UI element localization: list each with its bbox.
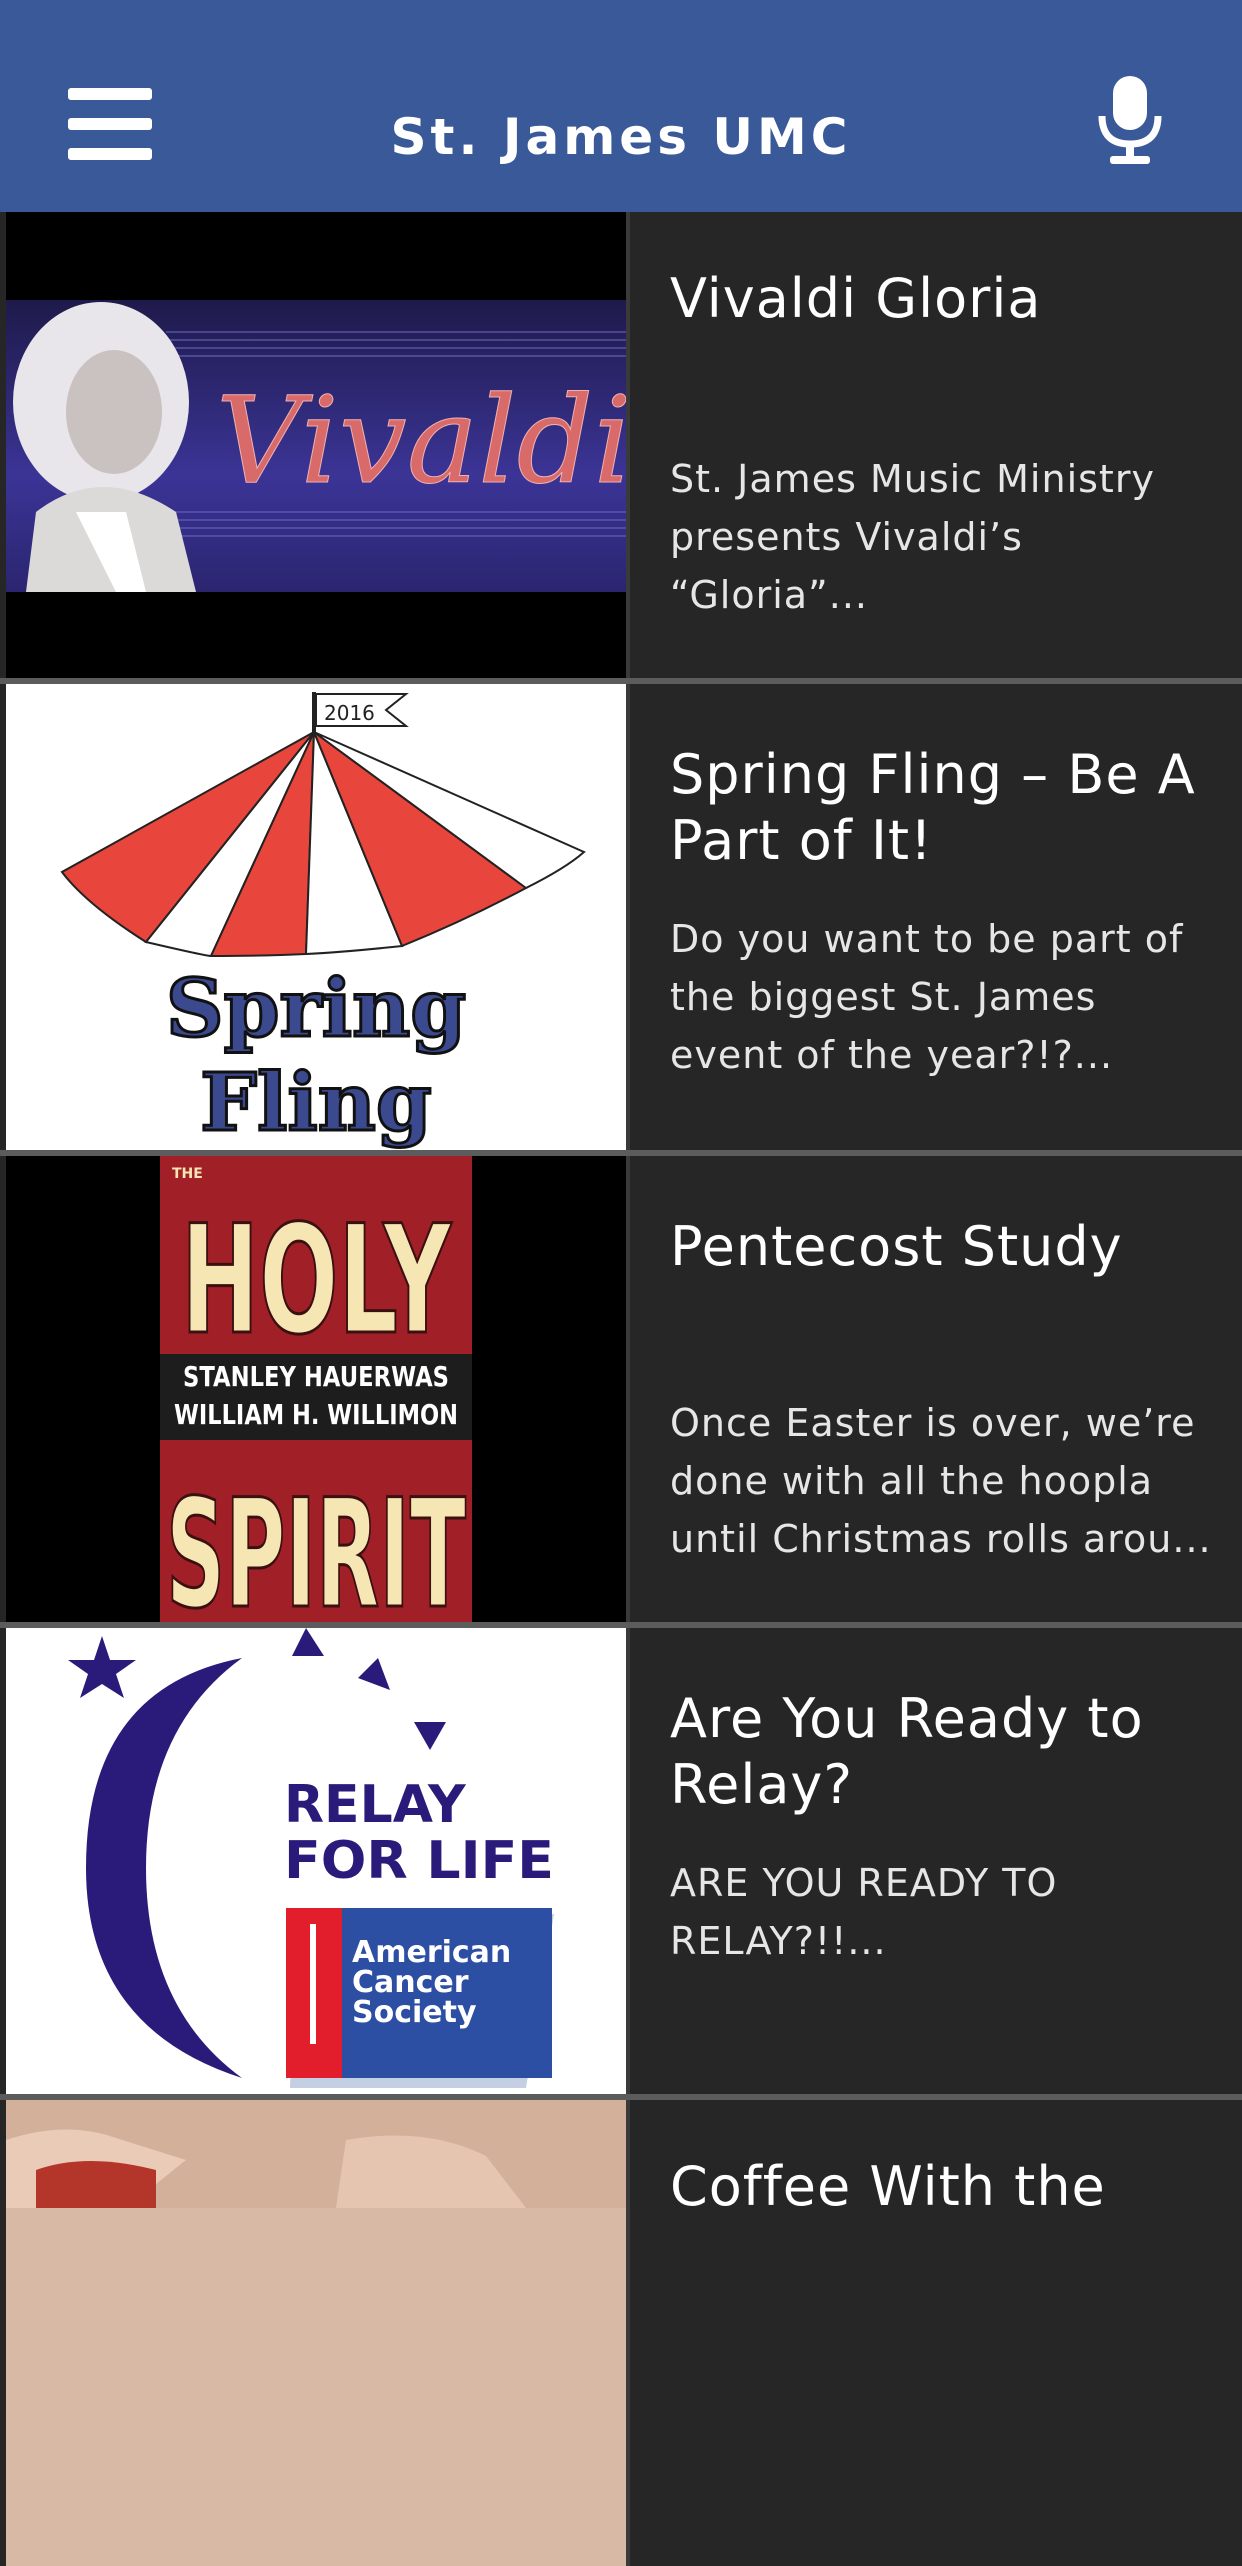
book-the: THE	[172, 1166, 203, 1182]
divider	[626, 1156, 630, 1622]
list-item[interactable]: Vivaldi Vivaldi Gloria St. James Music M…	[0, 212, 1242, 678]
item-thumbnail: 2016 Spring Fling	[6, 684, 626, 1150]
list-item[interactable]: RELAY FOR LIFE American Cancer Society A…	[0, 1628, 1242, 2094]
item-description: ARE YOU READY TO RELAY?!!...	[670, 1861, 1058, 1963]
divider	[626, 1628, 630, 2094]
item-description: Do you want to be part of the biggest St…	[670, 917, 1184, 1077]
list-item[interactable]: Coffee With the	[0, 2100, 1242, 2566]
item-text: Pentecost Study Once Easter is over, we’…	[670, 1214, 1220, 1568]
app-header: St. James UMC	[0, 0, 1242, 212]
item-text: Spring Fling – Be A Part of It! Do you w…	[670, 742, 1220, 1084]
for-life-word: FOR LIFE	[284, 1831, 554, 1891]
holy-spirit-book-image: THE HOLY STANLEY HAUERWAS WILLIAM H. WIL…	[160, 1156, 472, 1622]
item-text: Vivaldi Gloria St. James Music Ministry …	[670, 266, 1220, 624]
item-thumbnail	[6, 2100, 626, 2566]
vivaldi-script-text: Vivaldi	[216, 372, 626, 511]
hamburger-icon	[68, 88, 152, 100]
book-spirit: SPIRIT	[166, 1468, 466, 1622]
item-title: Pentecost Study	[670, 1215, 1123, 1278]
microphone-icon	[1098, 76, 1162, 164]
book-author-2: WILLIAM H. WILLIMON	[174, 1398, 458, 1431]
vivaldi-image: Vivaldi	[6, 300, 626, 592]
coffee-image	[6, 2100, 626, 2208]
list-item[interactable]: 2016 Spring Fling Spring Fling – Be A Pa…	[0, 684, 1242, 1150]
item-text: Coffee With the	[670, 2154, 1220, 2220]
spring-word: Spring	[166, 961, 466, 1055]
book-author-1: STANLEY HAUERWAS	[183, 1360, 449, 1393]
list-item[interactable]: THE HOLY STANLEY HAUERWAS WILLIAM H. WIL…	[0, 1156, 1242, 1622]
flag-year: 2016	[324, 701, 375, 725]
relay-for-life-image: RELAY FOR LIFE American Cancer Society	[68, 1628, 554, 2088]
item-title: Spring Fling – Be A Part of It!	[670, 743, 1196, 872]
microphone-button[interactable]	[1094, 74, 1166, 168]
society-word: Society	[352, 1995, 477, 2030]
divider	[626, 212, 630, 678]
item-description: Once Easter is over, we’re done with all…	[670, 1401, 1212, 1561]
spring-fling-image: 2016 Spring Fling	[60, 692, 586, 1150]
item-title: Are You Ready to Relay?	[670, 1687, 1144, 1816]
item-title: Coffee With the	[670, 2155, 1106, 2218]
relay-word: RELAY	[284, 1775, 467, 1835]
divider	[626, 2100, 630, 2566]
divider	[626, 684, 630, 1150]
fling-word: Fling	[200, 1055, 432, 1149]
item-thumbnail: THE HOLY STANLEY HAUERWAS WILLIAM H. WIL…	[6, 1156, 626, 1622]
item-thumbnail: Vivaldi	[6, 212, 626, 678]
item-text: Are You Ready to Relay? ARE YOU READY TO…	[670, 1686, 1220, 1970]
book-holy: HOLY	[181, 1194, 452, 1368]
item-description: St. James Music Ministry presents Vivald…	[670, 457, 1155, 617]
item-title: Vivaldi Gloria	[670, 267, 1042, 330]
item-thumbnail: RELAY FOR LIFE American Cancer Society	[6, 1628, 626, 2094]
page-title: St. James UMC	[390, 108, 852, 166]
